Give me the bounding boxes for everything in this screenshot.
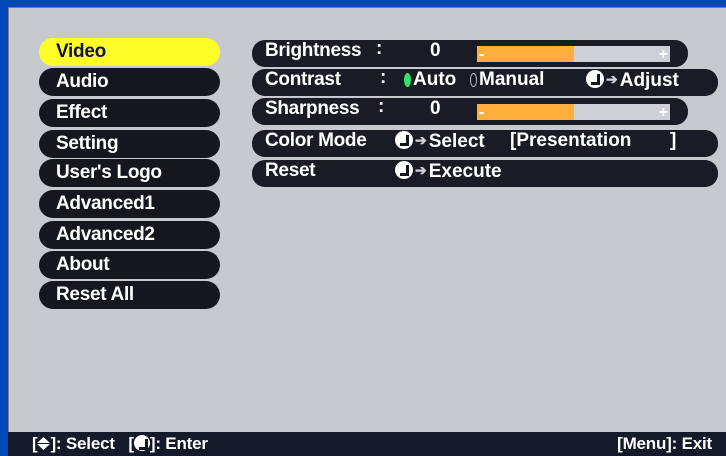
navigation-help: []: Select []: Enter [32, 434, 208, 454]
brightness-row[interactable]: Brightness : 0 - + [252, 38, 688, 67]
contrast-auto-option[interactable]: Auto [404, 66, 456, 93]
brightness-slider-fill [477, 46, 574, 62]
radio-selected-icon [404, 73, 411, 87]
contrast-adjust-action[interactable]: ➔ Adjust [586, 66, 679, 94]
radio-unselected-icon [470, 73, 477, 87]
brightness-value: 0 [430, 40, 441, 61]
color-mode-value: [Presentation [510, 130, 632, 151]
sharpness-slider-fill [477, 104, 574, 120]
menu-item-setting[interactable]: Setting [39, 130, 220, 158]
enter-hint-label: ]: Enter [149, 434, 208, 453]
sharpness-plus[interactable]: + [659, 99, 668, 126]
enter-icon [586, 70, 604, 88]
reset-label: Reset [265, 160, 316, 181]
sharpness-row[interactable]: Sharpness : 0 - + [252, 96, 688, 125]
reset-row[interactable]: Reset ➔ Execute [252, 160, 718, 187]
menu-item-advanced2[interactable]: Advanced2 [39, 221, 220, 249]
brightness-minus[interactable]: - [479, 41, 484, 68]
brightness-plus[interactable]: + [659, 41, 668, 68]
contrast-manual-option[interactable]: Manual [470, 66, 544, 93]
brightness-label: Brightness [265, 40, 362, 61]
menu-item-users-logo[interactable]: User's Logo [39, 159, 220, 187]
contrast-adjust-label: Adjust [619, 70, 679, 91]
contrast-auto-label: Auto [413, 69, 457, 90]
sharpness-slider[interactable]: - + [477, 104, 670, 121]
menu-item-video[interactable]: Video [39, 38, 220, 66]
contrast-row[interactable]: Contrast : Auto Manual ➔ Adjust [252, 66, 718, 96]
enter-icon [395, 161, 413, 179]
color-mode-row[interactable]: Color Mode ➔ Select [Presentation ] [252, 130, 718, 157]
select-hint-label: ]: Select [50, 434, 115, 453]
exit-hint: [Menu]: Exit [617, 434, 712, 453]
color-mode-select-action[interactable]: ➔ Select [395, 127, 485, 155]
color-mode-label: Color Mode [265, 130, 367, 151]
color-mode-value-bracket: ] [670, 130, 677, 151]
menu-item-reset-all[interactable]: Reset All [39, 281, 220, 309]
menu-item-about[interactable]: About [39, 251, 220, 279]
enter-icon [133, 435, 150, 451]
arrow-right-icon: ➔ [415, 132, 427, 148]
menu-item-audio[interactable]: Audio [39, 68, 220, 96]
arrow-right-icon: ➔ [415, 162, 427, 178]
sharpness-colon: : [378, 96, 385, 117]
brightness-colon: : [376, 38, 383, 59]
contrast-label: Contrast [265, 69, 341, 90]
sharpness-value: 0 [430, 98, 441, 119]
reset-execute-action[interactable]: ➔ Execute [395, 157, 502, 185]
enter-icon [395, 131, 413, 149]
contrast-manual-label: Manual [479, 69, 545, 90]
menu-item-effect[interactable]: Effect [39, 99, 220, 127]
arrow-right-icon: ➔ [606, 71, 618, 87]
bottom-help-bar: []: Select []: Enter [Menu]: Exit [8, 432, 726, 456]
contrast-colon: : [380, 67, 387, 88]
brightness-slider[interactable]: - + [477, 46, 670, 63]
sharpness-label: Sharpness [265, 98, 360, 119]
up-down-arrow-icon [37, 437, 51, 450]
reset-execute-label: Execute [428, 161, 502, 182]
menu-item-advanced1[interactable]: Advanced1 [39, 190, 220, 218]
color-mode-select-label: Select [428, 131, 485, 152]
sharpness-minus[interactable]: - [479, 99, 484, 126]
